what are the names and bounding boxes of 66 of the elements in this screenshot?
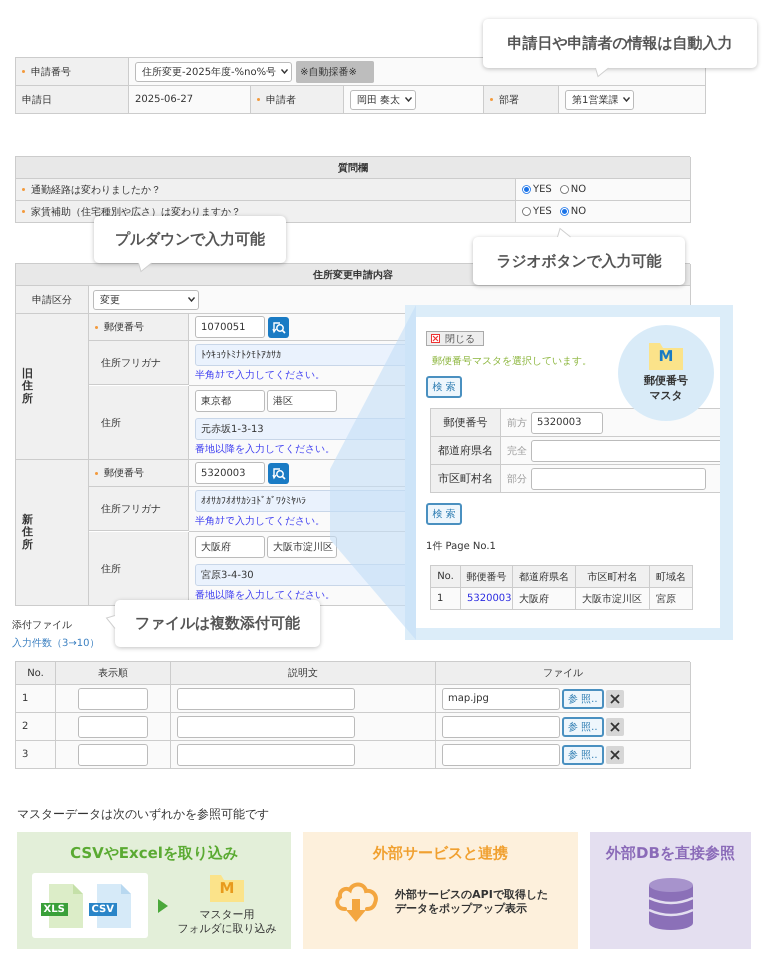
match-mode: 部分 [507, 472, 527, 486]
row-number: 1 [22, 693, 28, 704]
status-message: 郵便番号マスタを選択しています。 [432, 354, 592, 368]
row-number: 2 [22, 721, 28, 732]
callout: ファイルは複数添付可能 [115, 600, 320, 647]
table-cell-text: 宮原 [656, 592, 676, 606]
hint-text: 番地以降を入力してください。 [195, 442, 335, 456]
hint-text: 半角ｶﾅで入力してください。 [195, 368, 325, 382]
column-header: 表示順 [98, 666, 128, 680]
auto-number-badge: ※自動採番※ [296, 60, 374, 82]
field-label: 申請区分 [32, 294, 72, 306]
group-label: 新住所 [22, 514, 33, 551]
column-header: No. [437, 571, 454, 582]
badge-label: 郵便番号 マスタ [644, 374, 688, 403]
radio-label: YES [533, 184, 552, 195]
section-label: 添付ファイル [12, 619, 72, 632]
table-cell-text: 大阪府 [519, 592, 549, 606]
hint-text: 半角ｶﾅで入力してください。 [195, 514, 325, 528]
column-header: 説明文 [288, 666, 318, 680]
folder-letter: M [220, 880, 234, 896]
column-header: 都道府県名 [519, 570, 569, 584]
file-type-label: CSV [88, 902, 117, 916]
field-label: 郵便番号 [104, 320, 144, 334]
field-label: 住所フリガナ [101, 502, 161, 516]
field-label: 市区町村名 [438, 471, 493, 486]
section-title: マスターデータは次のいずれかを参照可能です [17, 806, 270, 823]
file-type-label: XLS [40, 902, 68, 916]
row-number: 3 [22, 749, 28, 760]
section-title: 質問欄 [338, 162, 368, 174]
group-label: 旧住所 [22, 368, 33, 405]
card-title: 外部サービスと連携 [373, 844, 508, 863]
column-header: 町域名 [656, 570, 686, 584]
field-label: 住所 [101, 562, 121, 576]
match-mode: 完全 [507, 444, 527, 458]
match-mode: 前方 [507, 416, 527, 430]
field-label: 住所 [101, 416, 121, 430]
radio-label: NO [570, 206, 586, 217]
field-value: 2025-06-27 [135, 94, 194, 105]
card-title: CSVやExcelを取り込み [70, 844, 238, 863]
field-label: 住所フリガナ [101, 356, 161, 370]
callout: プルダウンで入力可能 [94, 216, 286, 263]
table-cell: 1 [437, 593, 444, 604]
field-label: 申請日 [22, 94, 52, 106]
card-caption: マスター用 フォルダに取り込み [178, 908, 276, 936]
callout: ラジオボタンで入力可能 [473, 237, 685, 285]
radio-label: NO [570, 184, 586, 195]
section-title: 住所変更申請内容 [313, 268, 393, 282]
field-label: 申請者 [266, 94, 296, 106]
field-label: 郵便番号 [104, 466, 144, 480]
card-caption: 外部サービスのAPIで取得した データをポップアップ表示 [395, 888, 548, 916]
column-header: 郵便番号 [466, 570, 506, 584]
card-title: 外部DBを直接参照 [606, 844, 735, 863]
table-cell-text: 大阪市淀川区 [582, 592, 642, 606]
result-summary: 1件 Page No.1 [426, 540, 496, 553]
folder-letter: M [658, 349, 674, 364]
column-header: 市区町村名 [588, 570, 638, 584]
column-header: No. [27, 668, 44, 678]
field-label: 郵便番号 [444, 415, 488, 430]
field-label: 部署 [499, 94, 519, 106]
callout: 申請日や申請者の情報は自動入力 [483, 19, 757, 68]
field-label: 都道府県名 [438, 443, 493, 458]
field-label: 申請番号 [31, 66, 71, 78]
column-header: ファイル [543, 667, 583, 680]
question-text: 通勤経路は変わりましたか？ [31, 184, 161, 196]
hint-text: 番地以降を入力してください。 [195, 588, 335, 602]
radio-label: YES [533, 206, 552, 217]
